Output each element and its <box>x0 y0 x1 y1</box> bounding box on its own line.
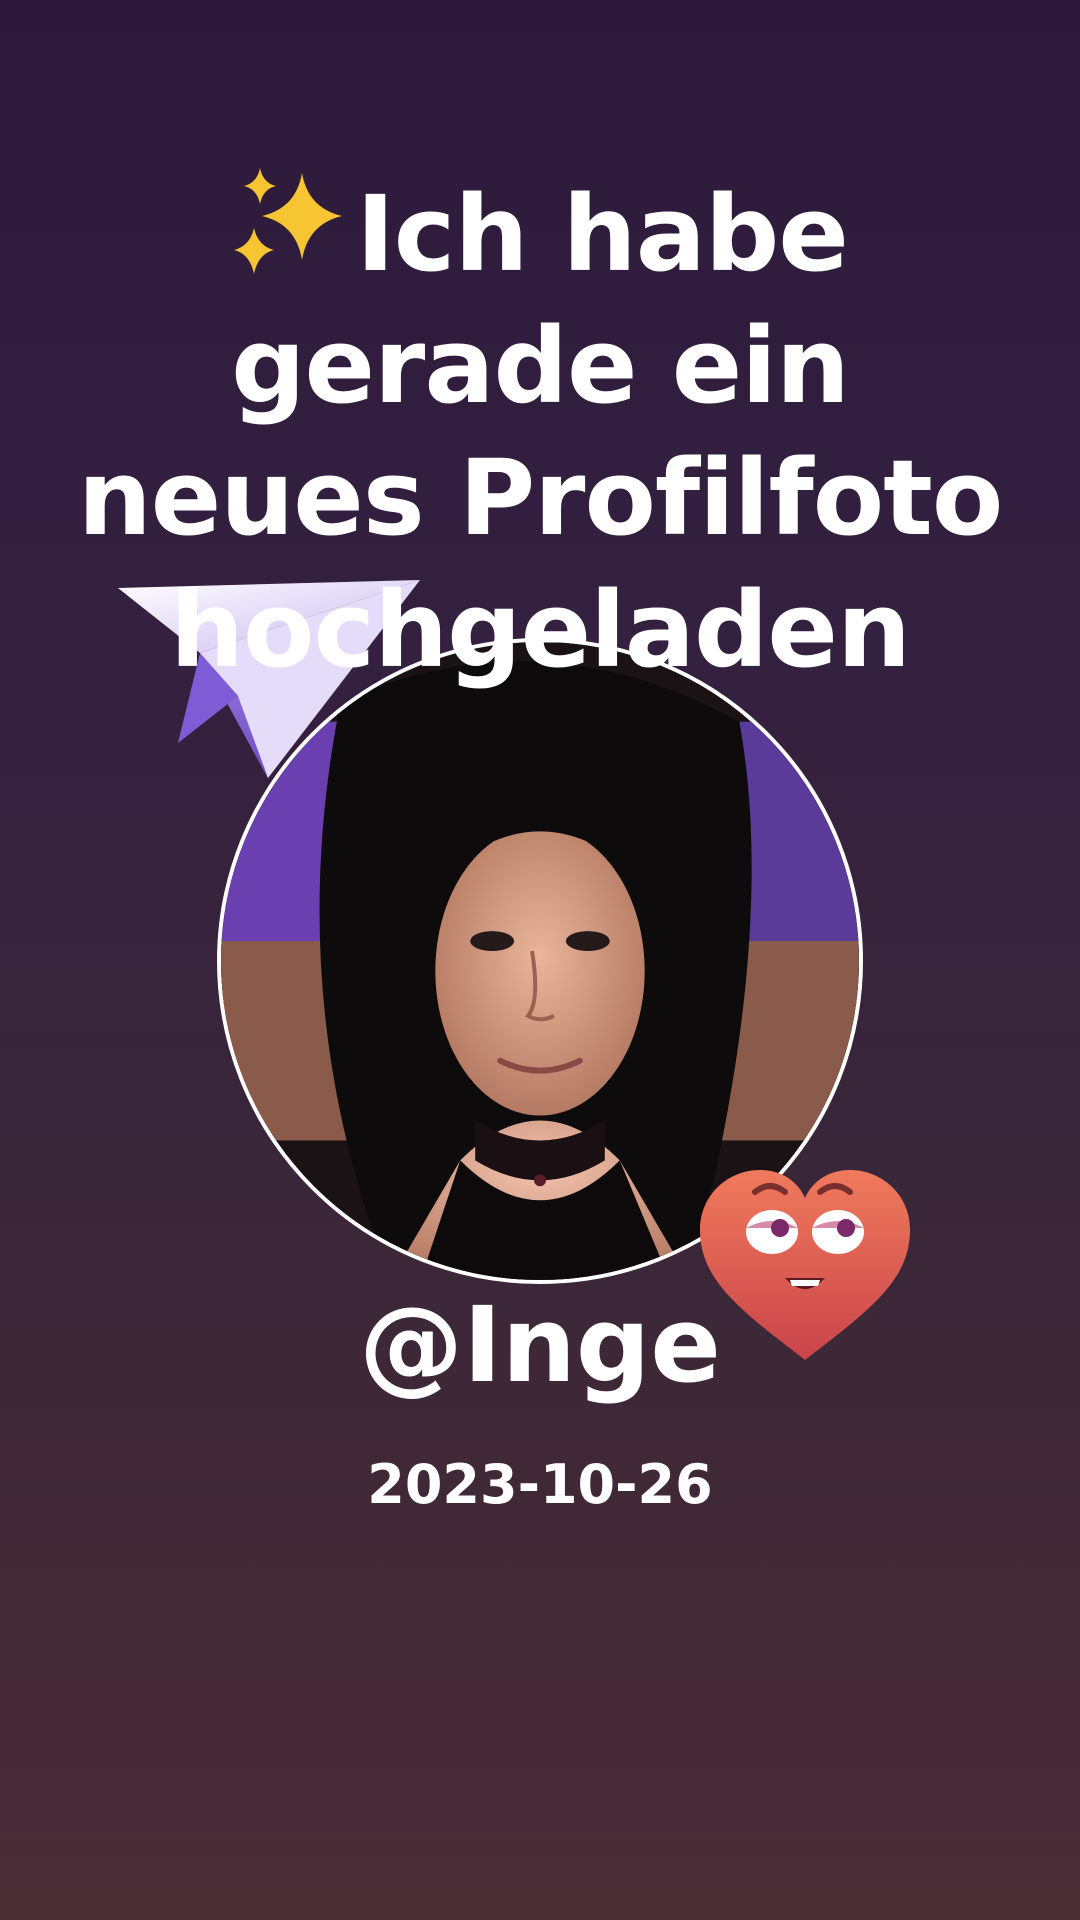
headline-line-3: neues Profilfoto <box>77 437 1004 559</box>
heart-face-icon <box>700 1170 910 1370</box>
headline-line-1-text: Ich habe <box>356 173 849 295</box>
upload-date: 2023-10-26 <box>367 1453 713 1516</box>
sparkles-icon <box>232 168 352 278</box>
headline-line-1: Ich habe <box>0 168 1080 300</box>
headline-line-2: gerade ein <box>231 305 850 427</box>
headline-line-4: hochgeladen <box>169 569 911 691</box>
profile-username: @Inge <box>359 1284 721 1406</box>
headline: Ich habe gerade ein neues Profilfoto hoc… <box>0 168 1080 696</box>
